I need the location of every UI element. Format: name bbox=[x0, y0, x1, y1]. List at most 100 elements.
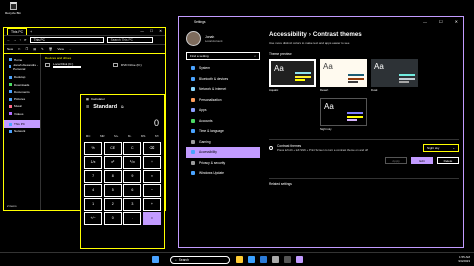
calc-key[interactable]: % bbox=[84, 142, 103, 155]
sidebar-item-downloads[interactable]: Downloads bbox=[4, 81, 40, 88]
toolbar-new-button[interactable]: New bbox=[7, 47, 13, 51]
minimize-icon[interactable]: — bbox=[423, 19, 427, 24]
close-icon[interactable]: ✕ bbox=[455, 19, 458, 24]
sidebar-item-pictures[interactable]: Pictures bbox=[4, 95, 40, 102]
sidebar-item-music[interactable]: Music bbox=[4, 103, 40, 110]
new-tab-icon[interactable]: + bbox=[30, 30, 32, 34]
calc-key[interactable]: ⌫ bbox=[142, 142, 161, 155]
calc-key[interactable]: 1/x bbox=[84, 156, 103, 169]
keep-on-top-icon[interactable]: ⧉ bbox=[121, 105, 124, 109]
sidebar-item-videos[interactable]: Videos bbox=[4, 110, 40, 117]
calc-key[interactable]: 8 bbox=[103, 170, 122, 183]
theme-color-bars bbox=[347, 111, 363, 121]
calc-key[interactable]: ÷ bbox=[142, 156, 161, 169]
calc-key[interactable]: CE bbox=[103, 142, 122, 155]
nav-item-windows-update[interactable]: Windows Update bbox=[186, 168, 260, 179]
edit-button[interactable]: Edit bbox=[411, 157, 433, 164]
up-icon[interactable]: ↑ bbox=[19, 38, 21, 42]
user-profile[interactable]: Jonah Local Account bbox=[183, 31, 263, 46]
hamburger-menu-icon[interactable]: ≡ bbox=[86, 104, 89, 110]
calc-key[interactable]: 6 bbox=[123, 184, 142, 197]
contrast-theme-dropdown[interactable]: Night sky ⌄ bbox=[423, 144, 459, 152]
sidebar-item-network[interactable]: Network bbox=[4, 128, 40, 135]
copy-icon[interactable]: ❐ bbox=[26, 47, 29, 51]
calc-key[interactable]: 9 bbox=[123, 170, 142, 183]
sidebar-item-personal[interactable]: Jonah Alexandre - Personal bbox=[4, 63, 40, 71]
sidebar-item-desktop[interactable]: Desktop bbox=[4, 74, 40, 81]
nav-item-apps[interactable]: Apps bbox=[186, 105, 260, 116]
equals-button[interactable]: = bbox=[142, 212, 161, 225]
devices-header[interactable]: Devices and drives bbox=[45, 56, 161, 60]
nav-item-personalization[interactable]: Personalization bbox=[186, 95, 260, 106]
back-icon[interactable]: ← bbox=[7, 38, 10, 42]
nav-item-time-language[interactable]: Time & language bbox=[186, 126, 260, 137]
calc-key[interactable]: 3 bbox=[123, 198, 142, 211]
system-clock[interactable]: 1:55 AM 9/4/2023 bbox=[458, 255, 470, 263]
paste-icon[interactable]: ▤ bbox=[33, 47, 36, 51]
edge-icon[interactable] bbox=[248, 256, 255, 263]
maximize-icon[interactable]: ☐ bbox=[150, 29, 153, 33]
store-icon[interactable] bbox=[260, 256, 267, 263]
drive-d[interactable]: DVD Drive (D:) bbox=[113, 62, 161, 68]
calc-key[interactable]: 1 bbox=[84, 198, 103, 211]
rename-icon[interactable]: ✎ bbox=[41, 47, 44, 51]
drive-c[interactable]: Local Disk (C:) bbox=[45, 62, 93, 68]
cut-icon[interactable]: ✂ bbox=[18, 47, 21, 51]
nav-item-system[interactable]: System bbox=[186, 63, 260, 74]
calc-key[interactable]: − bbox=[142, 184, 161, 197]
theme-dusk[interactable]: Aa Dusk bbox=[371, 59, 418, 94]
memory-subtract-button[interactable]: M- bbox=[128, 134, 132, 140]
calculator-taskbar-icon[interactable] bbox=[284, 256, 291, 263]
calc-key[interactable]: 7 bbox=[84, 170, 103, 183]
toolbar-view-button[interactable]: View bbox=[57, 47, 63, 51]
calc-key[interactable]: 0 bbox=[103, 212, 122, 225]
sidebar-item-documents[interactable]: Documents bbox=[4, 88, 40, 95]
nav-item-gaming[interactable]: Gaming bbox=[186, 137, 260, 148]
theme-desert[interactable]: Aa Desert bbox=[320, 59, 367, 94]
delete-icon[interactable]: 🗑 bbox=[49, 47, 53, 51]
explorer-tab[interactable]: This PC bbox=[7, 28, 28, 35]
calc-key[interactable]: 5 bbox=[103, 184, 122, 197]
apply-button[interactable]: Apply bbox=[385, 157, 407, 164]
sidebar-item-this-pc[interactable]: This PC bbox=[4, 120, 40, 128]
file-explorer-taskbar-icon[interactable] bbox=[236, 256, 243, 263]
breadcrumb-parent[interactable]: Accessibility bbox=[269, 31, 307, 38]
theme-night-sky[interactable]: Aa Night sky bbox=[320, 98, 367, 133]
taskbar-search[interactable]: ⌕ Search bbox=[170, 256, 230, 264]
refresh-icon[interactable]: ⟳ bbox=[24, 38, 27, 42]
nav-item-network-internet[interactable]: Network & internet bbox=[186, 84, 260, 95]
close-icon[interactable]: ✕ bbox=[159, 29, 162, 33]
nav-item-accessibility[interactable]: Accessibility bbox=[186, 147, 260, 158]
maximize-icon[interactable]: ☐ bbox=[439, 19, 443, 24]
calc-key[interactable]: ²√x bbox=[123, 156, 142, 169]
settings-taskbar-icon[interactable] bbox=[272, 256, 279, 263]
calc-key[interactable]: +/− bbox=[84, 212, 103, 225]
toolbar-more-button[interactable]: ... bbox=[69, 47, 72, 51]
calc-key[interactable]: x² bbox=[103, 156, 122, 169]
explorer-search-input[interactable]: Search This PC bbox=[106, 37, 153, 43]
memory-clear-button[interactable]: MC bbox=[86, 134, 91, 140]
nav-item-accounts[interactable]: Accounts bbox=[186, 116, 260, 127]
calc-key[interactable]: C bbox=[123, 142, 142, 155]
calc-key[interactable]: 2 bbox=[103, 198, 122, 211]
calc-key[interactable]: × bbox=[142, 170, 161, 183]
delete-button[interactable]: Delete bbox=[437, 157, 459, 164]
memory-store-button[interactable]: MS bbox=[141, 134, 146, 140]
find-setting-input[interactable]: Find a setting ⌕ bbox=[186, 52, 260, 60]
calc-key[interactable]: + bbox=[142, 198, 161, 211]
memory-add-button[interactable]: M+ bbox=[114, 134, 118, 140]
minimize-icon[interactable]: — bbox=[140, 29, 144, 33]
recycle-bin-desktop-icon[interactable]: Recycle Bin bbox=[4, 2, 22, 15]
forward-icon[interactable]: → bbox=[13, 38, 16, 42]
theme-aquatic[interactable]: Aa Aquatic bbox=[269, 59, 316, 94]
nav-item-privacy-security[interactable]: Privacy & security bbox=[186, 158, 260, 169]
address-bar[interactable]: This PC bbox=[29, 37, 104, 43]
calc-key[interactable]: . bbox=[123, 212, 142, 225]
app-taskbar-icon[interactable] bbox=[296, 256, 303, 263]
calc-key[interactable]: 4 bbox=[84, 184, 103, 197]
memory-list-button[interactable]: M˅ bbox=[155, 134, 159, 140]
nav-item-bluetooth-devices[interactable]: Bluetooth & devices bbox=[186, 74, 260, 85]
start-icon[interactable] bbox=[152, 256, 159, 263]
search-icon: ⌕ bbox=[175, 258, 177, 262]
memory-recall-button[interactable]: MR bbox=[100, 134, 105, 140]
